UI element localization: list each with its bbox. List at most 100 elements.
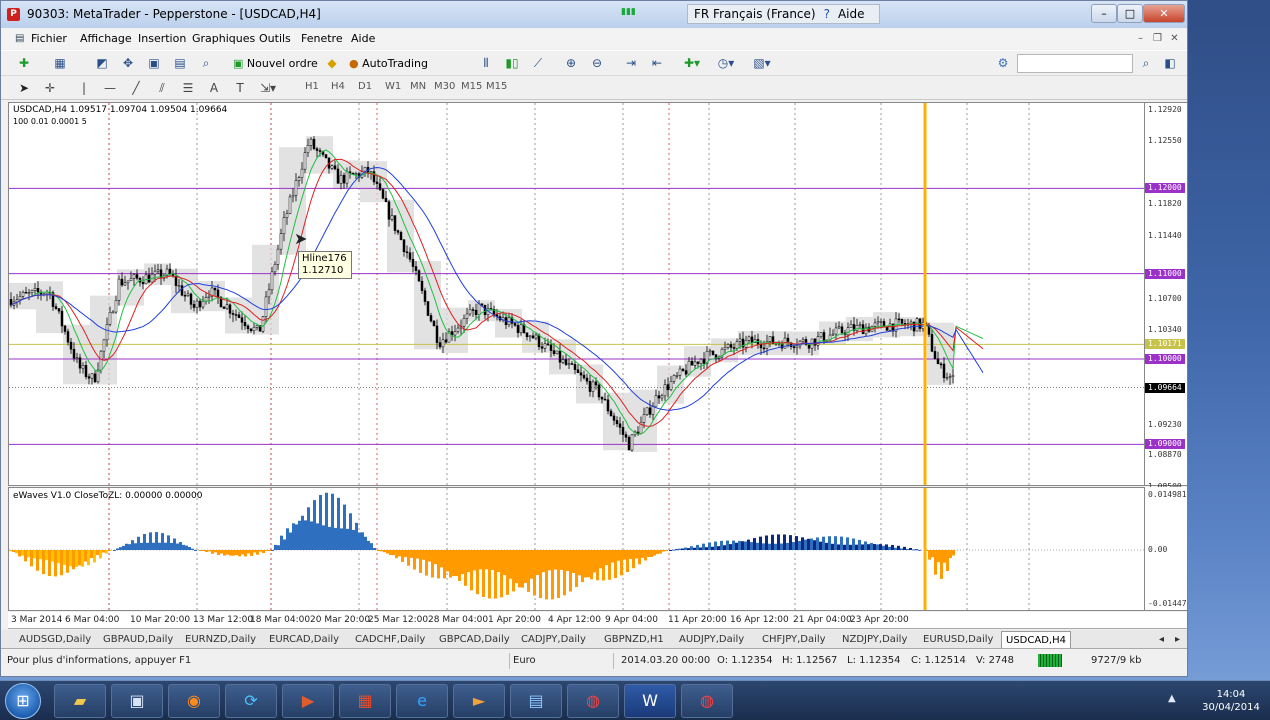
help-icon[interactable]: ? [824,7,830,21]
tab-scroll-right-icon[interactable]: ▸ [1171,631,1184,648]
firefox-icon[interactable]: ◉ [168,684,220,718]
chart-tab[interactable]: USDCAD,H4 [1001,631,1071,648]
channel-icon[interactable]: ⫽ [153,79,171,97]
settings-gear-icon[interactable]: ⚙ [994,54,1012,72]
search-input[interactable] [1017,54,1133,73]
candle-body [60,310,64,327]
internet-explorer-icon[interactable]: e [396,684,448,718]
chart-tab[interactable]: AUDJPY,Daily [675,631,748,648]
zoom-out-icon[interactable]: ⊖ [588,54,606,72]
system-clock[interactable]: 14:04 30/04/2014 [1200,688,1262,714]
timeframe-w1[interactable]: W1 [385,81,401,92]
network-icon[interactable]: ▤ [510,684,562,718]
indicator-scale[interactable]: 0.014981 0.00 -0.01447 [1145,487,1187,611]
zoom-in-icon[interactable]: ⊕ [562,54,580,72]
menu-outils[interactable]: Outils [259,32,291,45]
indicators-icon[interactable]: ✚▾ [683,54,701,72]
arrows-icon[interactable]: ⇲▾ [259,79,277,97]
candlestick-icon[interactable]: ▮▯ [503,54,521,72]
expert-icon[interactable]: ◆ [323,54,341,72]
horizontal-line-icon[interactable]: — [101,79,119,97]
chart-tab[interactable]: CADJPY,Daily [517,631,590,648]
navigator-icon[interactable]: ✥ [119,54,137,72]
timeframe-h1[interactable]: H1 [305,81,319,92]
tab-scroll-left-icon[interactable]: ◂ [1155,631,1168,648]
candle-body [297,177,301,181]
chart-tab[interactable]: CHFJPY,Daily [758,631,830,648]
vertical-line-icon[interactable]: | [75,79,93,97]
chart-tab[interactable]: EURCAD,Daily [265,631,343,648]
maximize-button[interactable]: □ [1117,4,1143,23]
new-chart-icon[interactable]: ✚ [15,54,33,72]
language-bar[interactable]: FR Français (France)? Aide [687,4,880,24]
price-tick-label: 1.12550 [1148,136,1182,146]
price-scale[interactable]: 1.12920 1.12550 1.11820 1.11440 1.10700 1.103… [1145,102,1187,491]
text-icon[interactable]: A [205,79,223,97]
explorer-icon[interactable]: ▰ [54,684,106,718]
chart-tab[interactable]: GBPNZD,H1 [600,631,668,648]
pointer-cursor-icon[interactable]: ➤ [15,79,33,97]
media-icon[interactable]: ▶ [282,684,334,718]
templates-icon[interactable]: ▧▾ [753,54,771,72]
word-icon[interactable]: W [624,684,676,718]
autotrading-button[interactable]: ● AutoTrading [349,54,428,74]
help-label[interactable]: Aide [838,7,865,21]
crosshair-icon[interactable]: ✛ [41,79,59,97]
periods-icon[interactable]: ◷▾ [717,54,735,72]
timeframe-mn[interactable]: MN [410,81,426,92]
indicator-canvas[interactable] [9,488,1145,611]
chrome-icon[interactable]: ◍ [681,684,733,718]
chart-tab[interactable]: AUDSGD,Daily [15,631,95,648]
price-chart-canvas[interactable] [9,103,1145,486]
terminal-icon[interactable]: ▣ [145,54,163,72]
candle-body [129,278,133,282]
chart-tab[interactable]: NZDJPY,Daily [838,631,911,648]
timeframe-m30[interactable]: M30 [434,81,455,92]
timeframe-m15[interactable]: M15 [461,81,482,92]
media-player-icon[interactable]: ► [453,684,505,718]
timeframe-h4[interactable]: H4 [331,81,345,92]
menu-fenetre[interactable]: Fenetre [301,32,343,45]
menu-affichage[interactable]: Affichage [80,32,132,45]
chart-tab[interactable]: CADCHF,Daily [351,631,429,648]
chart-tab[interactable]: GBPAUD,Daily [99,631,177,648]
start-button[interactable]: ⊞ [5,683,41,719]
menu-fichier[interactable]: Fichier [31,32,67,45]
connection-status-icon[interactable] [1038,654,1062,667]
autoscroll-icon[interactable]: ⇥ [622,54,640,72]
menu-aide[interactable]: Aide [351,32,375,45]
minimize-button[interactable]: – [1091,4,1117,23]
bar-chart-icon[interactable]: ⫴ [477,54,495,72]
fibonacci-icon[interactable]: ☰ [179,79,197,97]
teamviewer-icon[interactable]: ⟳ [225,684,277,718]
mdi-close-icon[interactable]: ✕ [1168,33,1181,45]
candle-body [816,336,820,346]
chrome-icon[interactable]: ◍ [567,684,619,718]
office-icon[interactable]: ▦ [339,684,391,718]
computer-icon[interactable]: ▣ [111,684,163,718]
search-chart-icon[interactable]: ⌕ [197,54,215,72]
profiles-icon[interactable]: ▦ [51,54,69,72]
chart-tab[interactable]: EURUSD,Daily [919,631,997,648]
menu-insertion[interactable]: Insertion [138,32,186,45]
timeframe-d1[interactable]: D1 [358,81,372,92]
mdi-minimize-icon[interactable]: – [1134,33,1147,45]
search-icon[interactable]: ⌕ [1137,54,1155,72]
menu-graphiques[interactable]: Graphiques [192,32,255,45]
text-label-icon[interactable]: T [231,79,249,97]
market-watch-icon[interactable]: ◩ [93,54,111,72]
chart-tab[interactable]: GBPCAD,Daily [435,631,514,648]
indicator-panel[interactable]: eWaves V1.0 CloseToZL: 0.00000 0.00000 [8,487,1145,611]
tester-icon[interactable]: ▤ [171,54,189,72]
community-icon[interactable]: ◧ [1161,54,1179,72]
line-chart-icon[interactable]: ⟋ [529,54,547,72]
tray-arrow-icon[interactable]: ▲ [1168,693,1176,704]
chart-shift-icon[interactable]: ⇤ [648,54,666,72]
close-button[interactable]: ✕ [1143,4,1185,23]
mdi-restore-icon[interactable]: ❐ [1151,33,1164,45]
price-chart[interactable]: USDCAD,H4 1.09517 1.09704 1.09504 1.0966… [8,102,1145,486]
chart-tab[interactable]: EURNZD,Daily [181,631,260,648]
new-order-button[interactable]: ▣ Nouvel ordre [233,54,318,74]
timeframe-m15[interactable]: M15 [486,81,507,92]
trendline-icon[interactable]: ╱ [127,79,145,97]
